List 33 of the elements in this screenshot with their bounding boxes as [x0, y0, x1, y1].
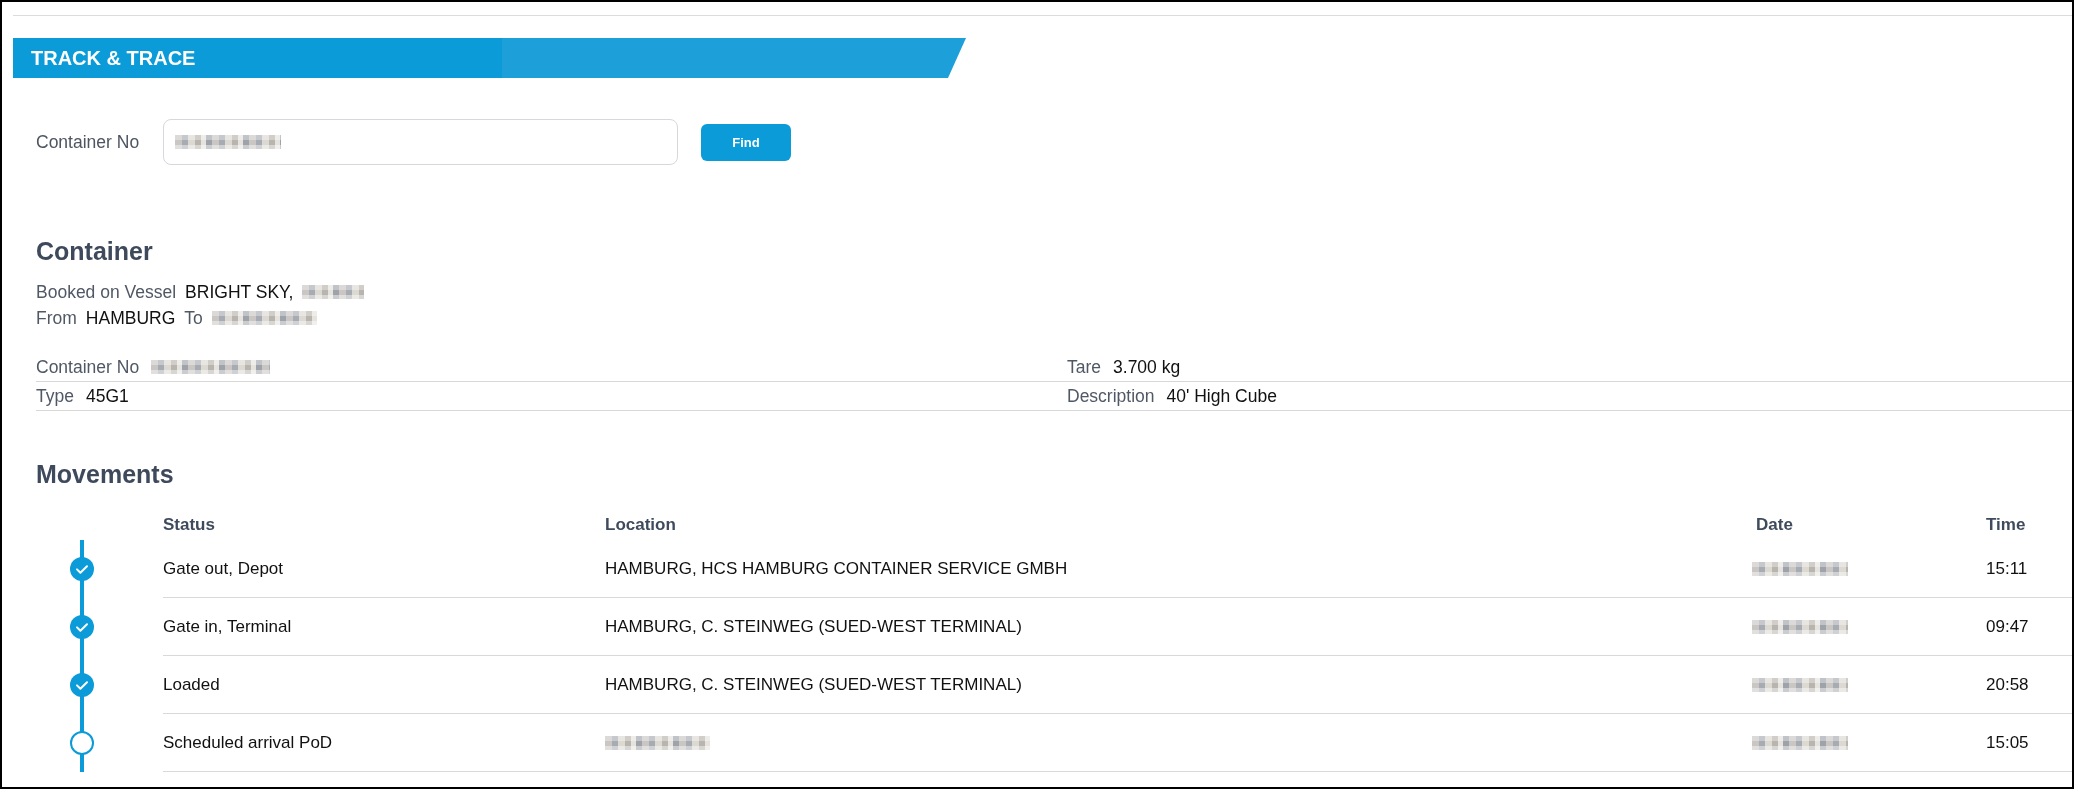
section-heading: Container [36, 236, 154, 266]
column-header: Location [605, 514, 676, 536]
field-label: Booked on Vessel [36, 281, 177, 303]
section-heading: Movements [36, 459, 175, 489]
table-cell: HAMBURG, C. STEINWEG (SUED-WEST TERMINAL) [605, 656, 1756, 714]
table-cell: 15:05 [1986, 714, 2072, 772]
page-title: TRACK & TRACE [31, 46, 196, 70]
field-label: Container No [36, 131, 141, 153]
column-header: Status [163, 514, 215, 536]
field-value: 40' High Cube [1166, 385, 1277, 407]
field-label: From [36, 307, 77, 329]
table-cell: 09:47 [1986, 598, 2072, 656]
table-cell: 20:58 [1986, 656, 2072, 714]
table-cell: Gate out, Depot [163, 540, 605, 598]
field-value: BRIGHT SKY, [185, 281, 294, 303]
field-label: Container No [36, 356, 140, 378]
container-number-field[interactable] [163, 119, 678, 165]
field-value: HAMBURG [85, 307, 176, 329]
field-label: Type [36, 385, 74, 407]
field-value: 45G1 [85, 385, 129, 407]
field-value: 3.700 kg [1113, 356, 1181, 378]
field-label: To [184, 307, 203, 329]
table-cell: Scheduled arrival PoD [163, 714, 605, 772]
column-header: Date [1756, 514, 1793, 536]
table-cell: Loaded [163, 656, 605, 714]
table-cell: HAMBURG, HCS HAMBURG CONTAINER SERVICE GMBH [605, 540, 1756, 598]
field-label: Description [1067, 385, 1155, 407]
table-cell: Gate in, Terminal [163, 598, 605, 656]
find-button[interactable]: Find [701, 123, 791, 161]
table-cell: 15:11 [1986, 540, 2072, 598]
table-cell: HAMBURG, C. STEINWEG (SUED-WEST TERMINAL) [605, 598, 1756, 656]
field-label: Tare [1067, 356, 1102, 378]
column-header: Time [1986, 514, 2026, 536]
